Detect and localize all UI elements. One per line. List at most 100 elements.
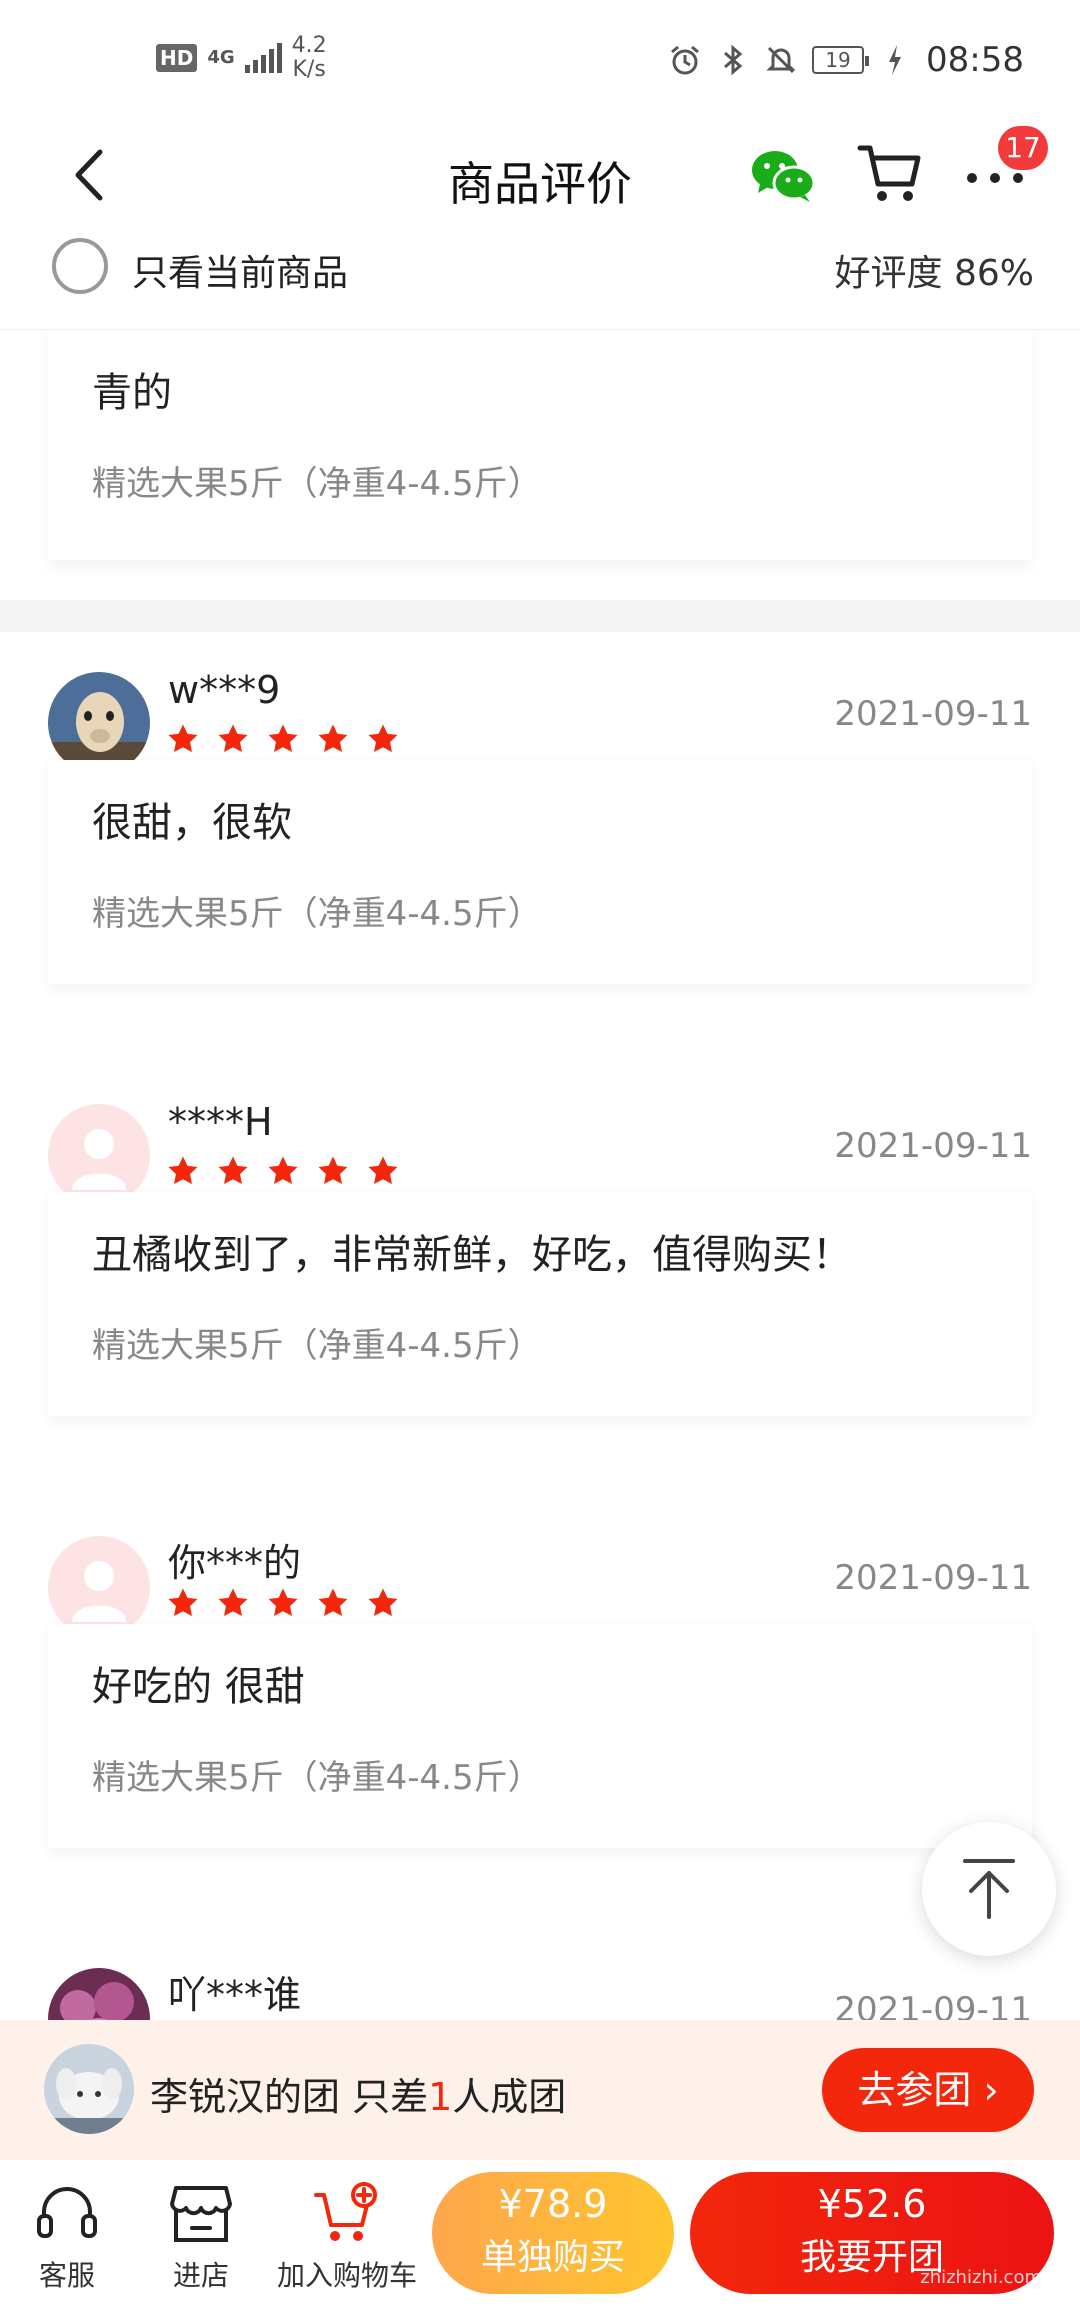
headset-icon xyxy=(37,2187,97,2238)
add-to-cart-button[interactable]: 加入购物车 xyxy=(268,2178,426,2294)
review-text: 丑橘收到了，非常新鲜，好吃，值得购买！ xyxy=(92,1232,852,1278)
star-icon xyxy=(268,724,298,753)
review-card-partial: 青的 精选大果5斤（净重4-4.5斤） xyxy=(0,330,1080,600)
star-rating xyxy=(166,722,400,756)
star-icon xyxy=(318,724,348,753)
bluetooth-icon xyxy=(716,43,750,77)
review-text: 好吃的 很甜 xyxy=(92,1664,305,1710)
group-suffix-text: 人成团 xyxy=(452,2075,567,2119)
username: 你***的 xyxy=(168,1541,302,1585)
username: ****H xyxy=(168,1100,273,1144)
review-date: 2021-09-11 xyxy=(834,1990,1032,2020)
wechat-icon xyxy=(752,151,816,202)
system-status: 19 08:58 xyxy=(668,40,1024,80)
review-card: 吖***谁 2021-09-11 xyxy=(0,1928,1080,2020)
mute-bell-icon xyxy=(764,43,798,77)
buy-alone-label: 单独购买 xyxy=(480,2237,625,2278)
header: 商品评价 17 xyxy=(0,118,1080,238)
watermark: zhizhizhi.com xyxy=(920,2267,1042,2288)
positive-rate: 好评度 86% xyxy=(834,253,1034,294)
add-cart-icon xyxy=(314,2182,377,2241)
username: 吖***谁 xyxy=(168,1973,302,2017)
join-group-button[interactable]: 去参团 › xyxy=(822,2048,1034,2132)
review-date: 2021-09-11 xyxy=(834,1558,1032,1598)
store-label: 进店 xyxy=(172,2259,229,2292)
network-speed-unit: K/s xyxy=(292,57,326,82)
group-buy-banner: 李锐汉的团 只差1人成团 去参团 › xyxy=(0,2020,1080,2160)
avatar xyxy=(48,1104,150,1206)
star-icon xyxy=(318,1588,348,1617)
hd-badge: HD xyxy=(156,44,198,72)
user-photo-alpaca xyxy=(48,672,150,774)
store-icon xyxy=(170,2186,232,2242)
avatar xyxy=(48,672,150,774)
signal-icon xyxy=(244,43,282,73)
star-icon xyxy=(368,724,398,753)
battery-icon: 19 xyxy=(812,46,870,74)
star-rating xyxy=(166,1154,400,1188)
star-icon xyxy=(218,1156,248,1185)
default-user-icon xyxy=(72,1129,126,1190)
star-icon xyxy=(268,1156,298,1185)
review-text: 青的 xyxy=(92,370,172,416)
store-button[interactable]: 进店 xyxy=(136,2178,266,2294)
avatar xyxy=(48,1536,150,1638)
star-rating xyxy=(166,1586,400,1620)
star-icon xyxy=(218,724,248,753)
network-speed-value: 4.2 xyxy=(291,33,327,58)
network-status: HD 4G 4.2 K/s xyxy=(156,34,327,82)
start-group-price: ¥52.6 xyxy=(817,2182,927,2226)
status-bar: HD 4G 4.2 K/s 19 08:58 xyxy=(0,0,1080,118)
user-photo-flowers xyxy=(48,1968,150,2020)
charging-icon xyxy=(878,43,912,77)
network-speed: 4.2 K/s xyxy=(292,34,327,82)
review-card: ****H 2021-09-11 丑橘收到了，非常新鲜，好吃，值得购买！ 精选大… xyxy=(0,1064,1080,1496)
star-icon xyxy=(168,1588,198,1617)
review-content-box: 丑橘收到了，非常新鲜，好吃，值得购买！ 精选大果5斤（净重4-4.5斤） xyxy=(48,1192,1032,1416)
group-leader-text: 李锐汉的团 只差 xyxy=(150,2075,429,2119)
star-icon xyxy=(368,1156,398,1185)
star-icon xyxy=(168,724,198,753)
group-status-text: 李锐汉的团 只差1人成团 xyxy=(150,2066,566,2121)
wechat-share-button[interactable] xyxy=(750,146,816,206)
star-icon xyxy=(168,1156,198,1185)
scroll-to-top-button[interactable] xyxy=(922,1822,1056,1956)
review-spec: 精选大果5斤（净重4-4.5斤） xyxy=(92,464,542,504)
only-current-product-label[interactable]: 只看当前商品 xyxy=(132,244,348,296)
username: w***9 xyxy=(168,668,281,712)
network-type: 4G xyxy=(207,47,235,68)
filter-bar: 只看当前商品 好评度 86% xyxy=(0,238,1080,330)
review-date: 2021-09-11 xyxy=(834,1126,1032,1166)
star-icon xyxy=(368,1588,398,1617)
clock: 08:58 xyxy=(926,40,1024,80)
buy-alone-price: ¥78.9 xyxy=(498,2182,608,2226)
review-spec: 精选大果5斤（净重4-4.5斤） xyxy=(92,1758,542,1798)
cart-icon xyxy=(857,145,921,201)
star-icon xyxy=(268,1588,298,1617)
cart-button[interactable] xyxy=(856,138,924,206)
arrow-up-to-top-icon xyxy=(963,1859,1015,1919)
review-content-box: 青的 精选大果5斤（净重4-4.5斤） xyxy=(48,330,1032,560)
review-spec: 精选大果5斤（净重4-4.5斤） xyxy=(92,894,542,934)
review-content-box: 很甜，很软 精选大果5斤（净重4-4.5斤） xyxy=(48,760,1032,984)
start-group-button[interactable]: ¥52.6 我要开团 zhizhizhi.com xyxy=(690,2172,1054,2294)
plush-toy-photo xyxy=(44,2044,134,2134)
customer-service-label: 客服 xyxy=(38,2259,95,2292)
review-list[interactable]: 青的 精选大果5斤（净重4-4.5斤） w***9 2021-09-11 很甜，… xyxy=(0,330,1080,2020)
review-content-box: 好吃的 很甜 精选大果5斤（净重4-4.5斤） xyxy=(48,1624,1032,1848)
bottom-action-bar: 客服 进店 加入购物车 ¥78.9 单独购买 ¥52.6 我要开团 zhizhi… xyxy=(0,2160,1080,2310)
review-card: w***9 2021-09-11 很甜，很软 精选大果5斤（净重4-4.5斤） xyxy=(0,632,1080,1064)
message-count-badge: 17 xyxy=(998,126,1048,170)
review-text: 很甜，很软 xyxy=(92,800,292,846)
group-leader-avatar xyxy=(44,2044,134,2134)
only-current-product-radio[interactable] xyxy=(52,238,108,294)
customer-service-button[interactable]: 客服 xyxy=(2,2178,132,2294)
star-icon xyxy=(318,1156,348,1185)
review-date: 2021-09-11 xyxy=(834,694,1032,734)
group-missing-count: 1 xyxy=(428,2075,453,2119)
star-icon xyxy=(218,1588,248,1617)
default-user-icon xyxy=(72,1561,126,1622)
avatar xyxy=(48,1968,150,2020)
buy-alone-button[interactable]: ¥78.9 单独购买 xyxy=(432,2172,674,2294)
review-card: 你***的 2021-09-11 好吃的 很甜 精选大果5斤（净重4-4.5斤） xyxy=(0,1496,1080,1928)
